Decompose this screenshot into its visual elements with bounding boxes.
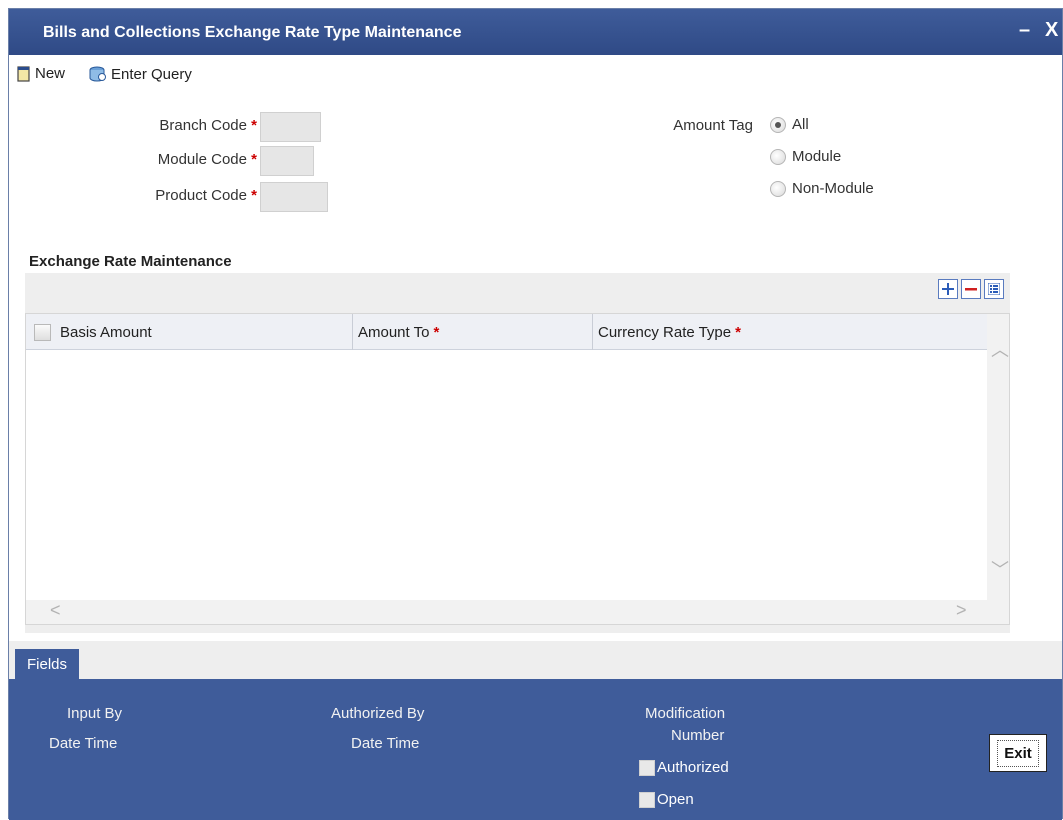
select-all-checkbox-cell [34, 314, 51, 350]
required-mark: * [251, 151, 257, 168]
minus-icon [965, 288, 977, 291]
module-code-field[interactable] [260, 146, 314, 176]
chevron-left-icon[interactable]: < [50, 600, 61, 621]
number-label: Number [671, 727, 725, 744]
delete-row-button[interactable] [961, 279, 981, 299]
database-query-icon [89, 66, 106, 82]
input-by-label: Input By [67, 705, 123, 722]
amount-tag-non-module-radio[interactable]: Non-Module [770, 180, 874, 197]
new-button[interactable]: New [17, 65, 65, 82]
header-amount-to[interactable]: Amount To * [358, 314, 439, 350]
header-basis-amount[interactable]: Basis Amount [60, 314, 152, 350]
exchange-rate-grid-panel: Basis Amount Amount To * Currency Rate T… [25, 273, 1010, 633]
exit-label: Exit [997, 739, 1039, 767]
column-separator [592, 314, 593, 350]
module-code-label: Module Code * [129, 151, 257, 168]
minimize-icon[interactable]: – [1019, 19, 1030, 42]
open-checkbox[interactable]: Open [639, 791, 694, 808]
horizontal-scrollbar[interactable]: < > [26, 600, 1009, 624]
open-label: Open [657, 791, 694, 808]
required-mark: * [251, 187, 257, 204]
required-mark: * [735, 323, 741, 341]
modification-label: Modification [645, 705, 726, 722]
authorized-checkbox[interactable]: Authorized [639, 759, 729, 776]
branch-code-text: Branch Code [159, 117, 247, 134]
amount-tag-all-radio[interactable]: All [770, 116, 809, 133]
exchange-rate-table: Basis Amount Amount To * Currency Rate T… [25, 313, 1010, 625]
section-title: Exchange Rate Maintenance [29, 253, 232, 270]
required-mark: * [433, 323, 440, 341]
product-code-field[interactable] [260, 182, 328, 212]
checkbox-box [639, 759, 655, 776]
new-label: New [35, 65, 66, 82]
close-icon[interactable]: X [1045, 19, 1058, 42]
radio-label-module: Module [792, 148, 842, 165]
vertical-scrollbar[interactable]: ︿ ﹀ [987, 314, 1009, 602]
radio-label-all: All [792, 116, 809, 133]
product-code-text: Product Code [155, 187, 247, 204]
product-code-label: Product Code * [129, 187, 257, 204]
module-code-text: Module Code [157, 151, 247, 168]
add-row-button[interactable] [938, 279, 958, 299]
branch-code-field[interactable] [260, 112, 321, 142]
fields-button[interactable]: Fields [15, 649, 79, 679]
authorized-label: Authorized [657, 759, 729, 776]
amount-tag-label: Amount Tag [673, 117, 753, 134]
maintenance-window: Bills and Collections Exchange Rate Type… [8, 8, 1063, 820]
new-document-icon [17, 65, 30, 82]
checkbox-box [639, 791, 655, 808]
chevron-right-icon[interactable]: > [956, 600, 967, 621]
exit-button[interactable]: Exit [989, 734, 1047, 772]
chevron-up-icon[interactable]: ︿ [991, 336, 1009, 362]
title-bar: Bills and Collections Exchange Rate Type… [9, 9, 1062, 55]
window-title: Bills and Collections Exchange Rate Type… [43, 24, 462, 41]
audit-footer: Input By Date Time Authorized By Date Ti… [9, 679, 1062, 820]
header-currency-rate-type-text: Currency Rate Type [598, 323, 732, 341]
list-view-icon [988, 283, 1000, 295]
plus-icon [942, 283, 954, 295]
authorized-by-label: Authorized By [331, 705, 425, 722]
radio-unselected-icon [770, 180, 786, 197]
enter-query-button[interactable]: Enter Query [87, 65, 192, 83]
single-view-button[interactable] [984, 279, 1004, 299]
toolbar: New Enter Query [9, 61, 1062, 89]
radio-selected-icon [770, 116, 786, 133]
branch-code-label: Branch Code * [129, 117, 257, 134]
table-header: Basis Amount Amount To * Currency Rate T… [26, 314, 988, 350]
chevron-down-icon[interactable]: ﹀ [991, 556, 1009, 582]
radio-unselected-icon [770, 148, 786, 165]
header-currency-rate-type[interactable]: Currency Rate Type * [598, 314, 741, 350]
fields-bar: Fields [9, 641, 1062, 679]
date-time-label: Date Time [49, 735, 118, 752]
radio-label-non-module: Non-Module [792, 180, 874, 197]
amount-tag-module-radio[interactable]: Module [770, 148, 841, 165]
date-time-label: Date Time [351, 735, 420, 752]
column-separator [352, 314, 353, 350]
enter-query-label: Enter Query [111, 65, 192, 83]
required-mark: * [251, 117, 257, 134]
header-amount-to-text: Amount To [358, 323, 430, 341]
select-all-checkbox[interactable] [34, 323, 51, 341]
grid-toolbar [938, 279, 1004, 299]
